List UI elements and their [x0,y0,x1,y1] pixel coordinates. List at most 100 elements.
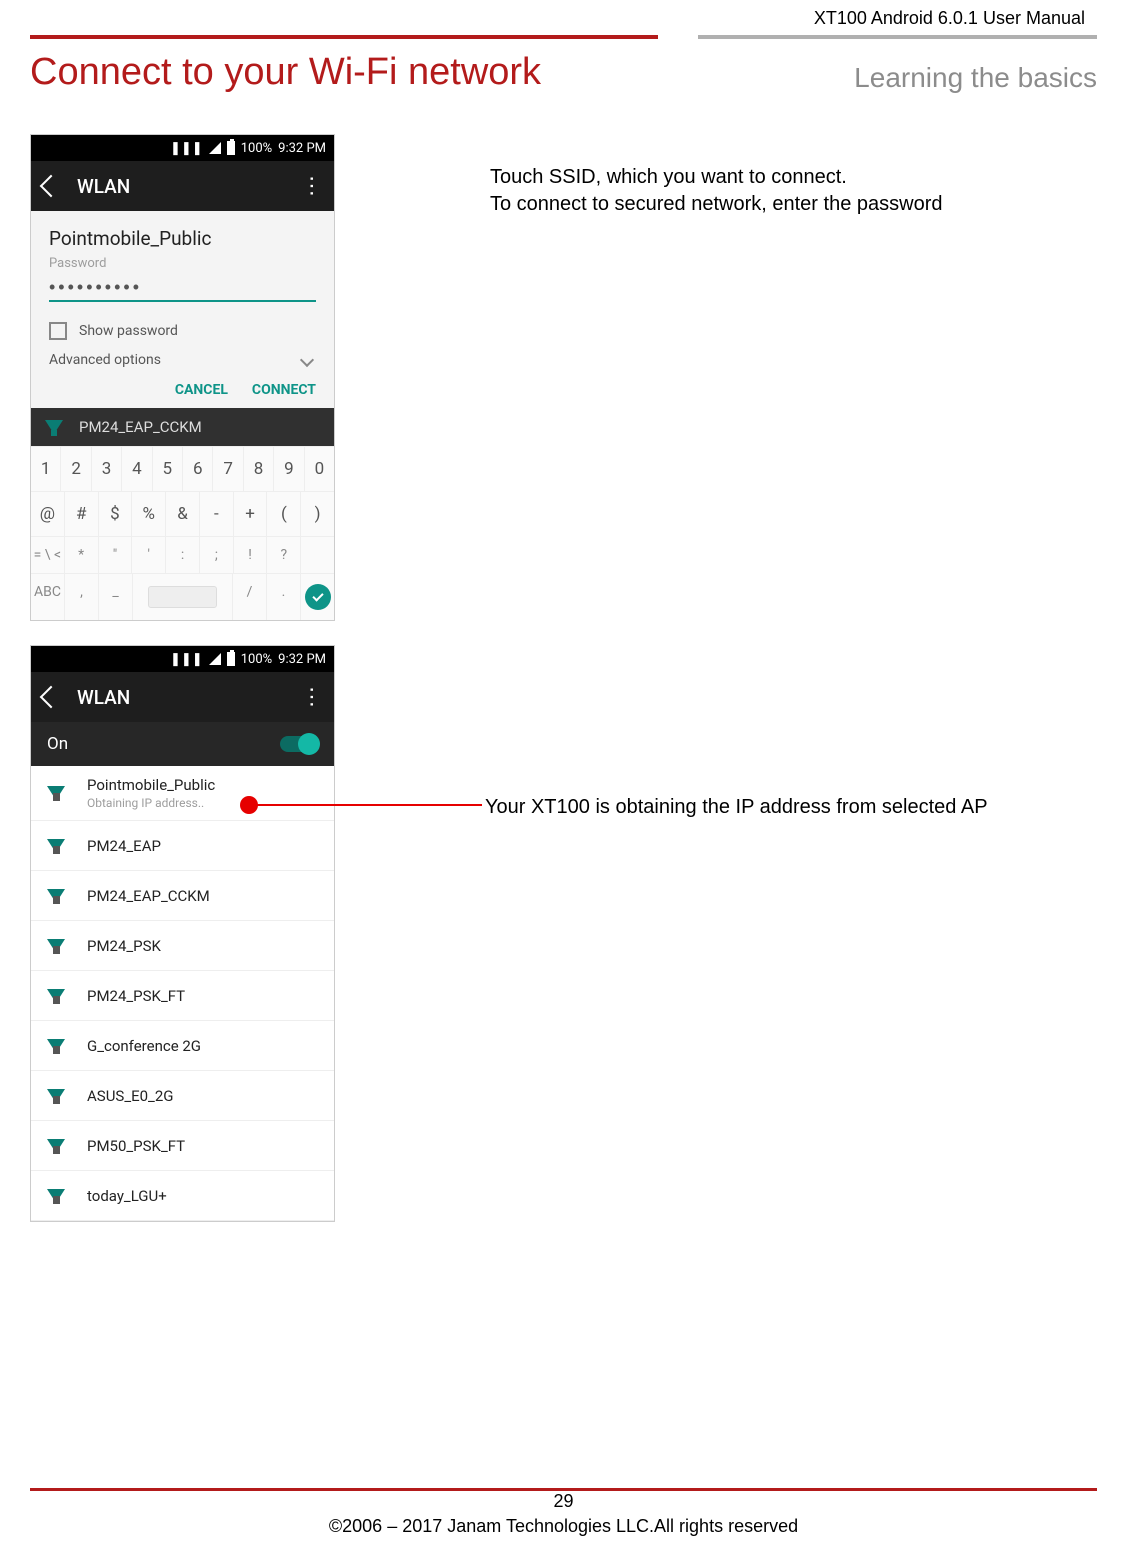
network-list: Pointmobile_PublicObtaining IP address..… [31,766,334,1221]
wifi-icon [45,420,63,434]
wifi-icon [47,1139,65,1153]
wifi-icon [47,839,65,853]
key[interactable]: # [65,491,99,536]
network-text: PM50_PSK_FT [87,1137,185,1155]
key[interactable]: @ [31,491,65,536]
key[interactable]: 8 [244,446,274,491]
network-row[interactable]: PM24_EAP_CCKM [31,871,334,921]
network-row[interactable]: G_conference 2G [31,1021,334,1071]
network-row[interactable]: Pointmobile_PublicObtaining IP address.. [31,766,334,821]
key[interactable]: 1 [31,446,61,491]
key[interactable]: ; [200,536,234,573]
key[interactable]: 4 [122,446,152,491]
wifi-on-row: On [31,722,334,766]
checkbox-icon[interactable] [49,322,67,340]
advanced-options-row[interactable]: Advanced options [49,352,316,368]
wifi-icon [47,1089,65,1103]
key[interactable]: * [65,536,99,573]
key[interactable]: 0 [305,446,334,491]
key[interactable]: , [65,573,99,620]
key[interactable]: _ [99,573,133,620]
network-row[interactable]: PM50_PSK_FT [31,1121,334,1171]
key[interactable]: $ [99,491,133,536]
key[interactable]: % [132,491,166,536]
back-icon[interactable] [40,686,63,709]
network-text: today_LGU+ [87,1187,167,1205]
network-row[interactable]: PM24_EAP [31,821,334,871]
callout-line [250,804,482,806]
chevron-down-icon [300,353,314,367]
key[interactable]: ! [234,536,268,573]
network-name: today_LGU+ [87,1187,167,1205]
key[interactable]: 6 [183,446,213,491]
kb-row-3: = \ < * " ' : ; ! ? [31,536,334,573]
soft-keyboard[interactable]: 1 2 3 4 5 6 7 8 9 0 @ # $ % & - [31,446,334,620]
space-key[interactable] [133,573,233,620]
on-label: On [47,734,68,754]
lock-icon [53,946,60,954]
lock-icon [53,793,60,801]
show-password-label: Show password [79,323,178,339]
instruction-line-1: Touch SSID, which you want to connect. [490,164,942,191]
wifi-icon [47,1039,65,1053]
enter-icon [305,584,331,610]
section-label: Learning the basics [854,62,1097,94]
key[interactable]: 2 [61,446,91,491]
wifi-icon [47,1189,65,1203]
key[interactable]: ( [267,491,301,536]
key[interactable]: " [99,536,133,573]
key[interactable]: . [267,573,301,620]
network-name: ASUS_E0_2G [87,1087,173,1105]
key[interactable]: ) [301,491,334,536]
network-name: PM24_EAP_CCKM [87,887,210,905]
abc-key[interactable]: ABC [31,573,65,620]
page-title: Connect to your Wi-Fi network [30,51,541,94]
key[interactable]: 9 [274,446,304,491]
wifi-toggle[interactable] [280,736,318,752]
wifi-icon [47,939,65,953]
key[interactable]: = \ < [31,536,65,573]
key[interactable]: - [200,491,234,536]
back-icon[interactable] [40,175,63,198]
page: XT100 Android 6.0.1 User Manual Connect … [0,0,1127,1561]
battery-percent: 100% [241,141,272,156]
connect-button[interactable]: CONNECT [252,382,316,398]
enter-key[interactable] [301,573,334,620]
app-bar-title: WLAN [77,686,300,709]
bg-network-name: PM24_EAP_CCKM [79,418,202,436]
key[interactable]: & [166,491,200,536]
cancel-button[interactable]: CANCEL [175,382,228,398]
clock: 9:32 PM [278,141,326,156]
key[interactable]: 5 [153,446,183,491]
clock: 9:32 PM [278,652,326,667]
key[interactable]: ' [132,536,166,573]
network-row[interactable]: PM24_PSK [31,921,334,971]
key[interactable]: 7 [213,446,243,491]
network-row[interactable]: today_LGU+ [31,1171,334,1221]
password-input[interactable] [49,271,316,302]
status-bar: ❚❚❚ 100% 9:32 PM [31,646,334,672]
lock-icon [53,1096,60,1104]
backspace-key[interactable] [301,536,334,573]
lock-icon [53,996,60,1004]
network-name: G_conference 2G [87,1037,201,1055]
vibrate-icon: ❚❚❚ [170,652,203,667]
header-rules [30,35,1097,39]
network-text: Pointmobile_PublicObtaining IP address.. [87,776,215,810]
key[interactable]: : [166,536,200,573]
lock-icon [53,896,60,904]
key[interactable]: + [234,491,268,536]
network-row[interactable]: ASUS_E0_2G [31,1071,334,1121]
status-bar: ❚❚❚ 100% 9:32 PM [31,135,334,161]
network-text: PM24_PSK [87,937,161,955]
show-password-row[interactable]: Show password [49,322,316,340]
key[interactable]: ? [267,536,301,573]
key[interactable]: / [233,573,267,620]
battery-icon [227,652,235,666]
dialog-buttons: CANCEL CONNECT [49,382,316,398]
app-bar-title: WLAN [77,175,300,198]
network-name: Pointmobile_Public [87,776,215,794]
password-label: Password [49,256,316,271]
key[interactable]: 3 [92,446,122,491]
network-row[interactable]: PM24_PSK_FT [31,971,334,1021]
